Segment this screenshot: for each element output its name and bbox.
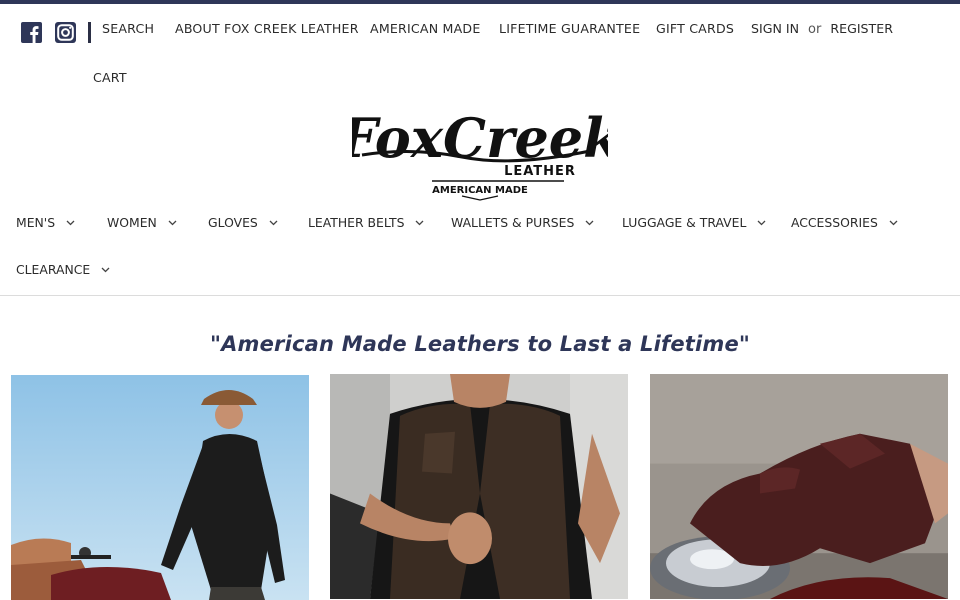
nav-item-leather-belts[interactable]: LEATHER BELTS xyxy=(308,215,424,230)
promo-tile-leather-gloves[interactable] xyxy=(650,374,948,599)
nav-item-women[interactable]: WOMEN xyxy=(107,215,177,230)
nav-label: WOMEN xyxy=(107,215,157,230)
nav-label: LEATHER BELTS xyxy=(308,215,405,230)
nav-label: LUGGAGE & TRAVEL xyxy=(622,215,747,230)
chevron-down-icon xyxy=(101,267,110,272)
register-link[interactable]: REGISTER xyxy=(830,21,893,36)
chevron-down-icon xyxy=(66,220,75,225)
chevron-down-icon xyxy=(585,220,594,225)
nav-label: GLOVES xyxy=(208,215,258,230)
fox-creek-leather-logo[interactable]: FoxCreek LEATHER AMERICAN MADE xyxy=(352,99,608,201)
nav-label: WALLETS & PURSES xyxy=(451,215,575,230)
nav-item-clearance[interactable]: CLEARANCE xyxy=(16,262,110,277)
nav-item-mens[interactable]: MEN'S xyxy=(16,215,75,230)
nav-divider xyxy=(0,295,960,296)
nav-label: MEN'S xyxy=(16,215,56,230)
or-text: or xyxy=(808,22,822,37)
chevron-down-icon xyxy=(168,220,177,225)
nav-item-accessories[interactable]: ACCESSORIES xyxy=(791,215,898,230)
chevron-down-icon xyxy=(416,220,424,225)
logo-leather-text: LEATHER xyxy=(504,164,576,179)
nav-item-luggage-travel[interactable]: LUGGAGE & TRAVEL xyxy=(622,215,766,230)
search-link[interactable]: SEARCH xyxy=(102,21,154,36)
sign-in-link[interactable]: SIGN IN xyxy=(751,21,799,36)
promo-tile-leather-vest[interactable] xyxy=(330,374,628,599)
facebook-icon[interactable] xyxy=(21,22,42,43)
lifetime-guarantee-link[interactable]: LIFETIME GUARANTEE xyxy=(499,21,640,36)
gift-cards-link[interactable]: GIFT CARDS xyxy=(656,21,734,36)
about-link[interactable]: ABOUT FOX CREEK LEATHER xyxy=(175,21,359,36)
top-utility-bar: SEARCH ABOUT FOX CREEK LEATHER AMERICAN … xyxy=(0,4,960,100)
account-links: SIGN IN or REGISTER xyxy=(751,21,893,37)
promo-tile-mens-jacket[interactable] xyxy=(11,375,309,600)
mens-jacket-photo xyxy=(11,375,309,600)
nav-item-gloves[interactable]: GLOVES xyxy=(208,215,278,230)
cart-link[interactable]: CART xyxy=(93,70,127,85)
logo-american-made-text: AMERICAN MADE xyxy=(432,185,528,196)
chevron-down-icon xyxy=(889,220,898,225)
nav-item-wallets-purses[interactable]: WALLETS & PURSES xyxy=(451,215,594,230)
leather-vest-photo xyxy=(330,374,628,599)
leather-gloves-photo xyxy=(650,374,948,599)
american-made-link[interactable]: AMERICAN MADE xyxy=(370,21,480,36)
instagram-icon[interactable] xyxy=(55,22,76,43)
chevron-down-icon xyxy=(269,220,278,225)
nav-label: ACCESSORIES xyxy=(791,215,878,230)
page-tagline: "American Made Leathers to Last a Lifeti… xyxy=(209,332,751,356)
main-navigation: MEN'S WOMEN GLOVES LEATHER BELTS WALLETS… xyxy=(0,205,960,296)
social-links xyxy=(21,22,91,43)
social-divider xyxy=(88,22,91,43)
nav-label: CLEARANCE xyxy=(16,262,91,277)
chevron-down-icon xyxy=(757,220,766,225)
